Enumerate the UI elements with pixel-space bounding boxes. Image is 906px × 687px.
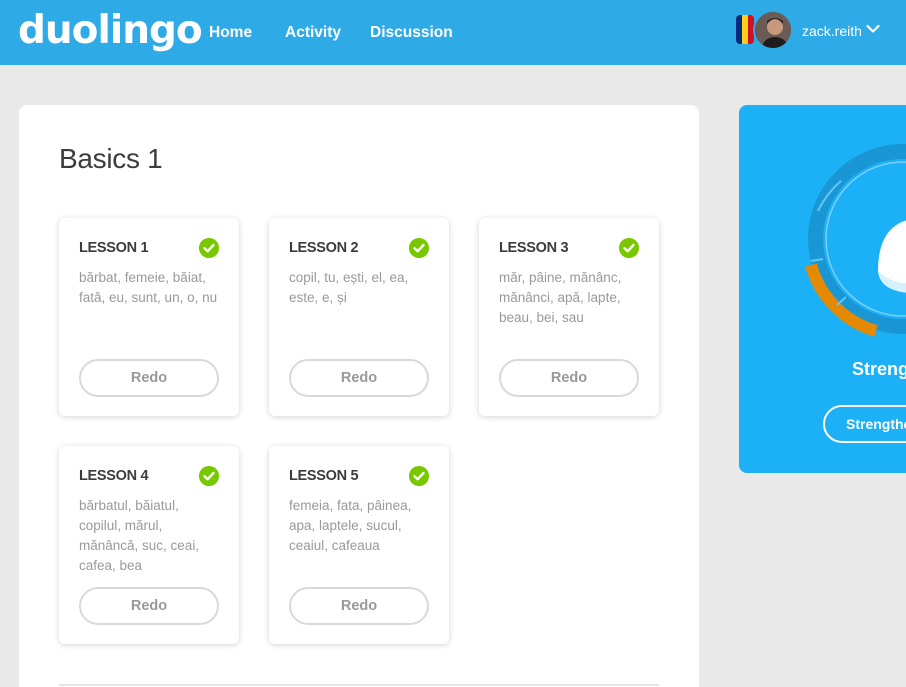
strengthen-panel: Streng Strengthe	[739, 105, 906, 473]
nav-home[interactable]: Home	[209, 0, 252, 65]
nav-activity[interactable]: Activity	[285, 0, 341, 65]
divider	[59, 684, 659, 686]
redo-button[interactable]: Redo	[499, 359, 639, 397]
strengthen-button[interactable]: Strengthe	[823, 405, 906, 443]
check-icon	[619, 238, 639, 258]
lesson-title: LESSON 3	[499, 240, 569, 256]
duolingo-logo[interactable]: duolingo	[18, 7, 203, 55]
egg-icon	[878, 220, 906, 293]
chevron-down-icon[interactable]	[866, 24, 880, 34]
lesson-title: LESSON 2	[289, 240, 359, 256]
lesson-card-5: LESSON 5 femeia, fata, pâinea, apa, lapt…	[269, 446, 449, 644]
redo-button[interactable]: Redo	[289, 587, 429, 625]
check-icon	[199, 466, 219, 486]
page-title: Basics 1	[59, 143, 163, 174]
redo-button[interactable]: Redo	[79, 359, 219, 397]
check-icon	[199, 238, 219, 258]
lesson-card-1: LESSON 1 bărbat, femeie, băiat, fată, eu…	[59, 218, 239, 416]
redo-button[interactable]: Redo	[79, 587, 219, 625]
strengthen-label: Streng	[852, 359, 906, 379]
check-icon	[409, 466, 429, 486]
lesson-card-2: LESSON 2 copil, tu, ești, el, ea, este, …	[269, 218, 449, 416]
lesson-words: bărbat, femeie, băiat, fată, eu, sunt, u…	[79, 270, 218, 305]
romanian-flag-icon[interactable]	[736, 15, 754, 44]
lesson-words: bărbatul, băiatul, copilul, mărul, mănân…	[79, 498, 200, 573]
lesson-words: copil, tu, ești, el, ea, este, e, și	[289, 270, 409, 305]
lesson-title: LESSON 1	[79, 240, 149, 256]
avatar[interactable]	[753, 10, 793, 50]
lesson-card-3: LESSON 3 măr, pâine, mănânc, mănânci, ap…	[479, 218, 659, 416]
lesson-words: femeia, fata, pâinea, apa, laptele, sucu…	[289, 498, 412, 553]
nav-discussion[interactable]: Discussion	[370, 0, 453, 65]
username[interactable]: zack.reith	[802, 0, 862, 61]
top-bar: duolingo Home Activity Discussion zack.r…	[0, 0, 906, 65]
skill-card: Basics 1 LESSON 1 bărbat, femeie, băiat,…	[19, 105, 699, 687]
lesson-title: LESSON 5	[289, 468, 359, 484]
lesson-words: măr, pâine, mănânc, mănânci, apă, lapte,…	[499, 270, 622, 325]
lesson-card-4: LESSON 4 bărbatul, băiatul, copilul, măr…	[59, 446, 239, 644]
check-icon	[409, 238, 429, 258]
lesson-title: LESSON 4	[79, 468, 149, 484]
redo-button[interactable]: Redo	[289, 359, 429, 397]
